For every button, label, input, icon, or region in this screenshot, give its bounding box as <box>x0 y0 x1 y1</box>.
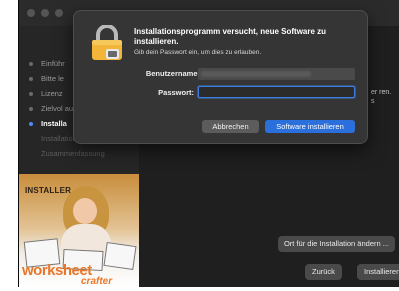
dialog-title: Installationsprogramm versucht, neue Sof… <box>134 27 327 46</box>
content-text: er ren. s <box>371 89 392 105</box>
step-bullet-icon <box>29 92 33 96</box>
password-label: Passwort: <box>158 88 194 97</box>
password-field[interactable] <box>198 86 355 98</box>
step-bullet-icon <box>29 62 33 66</box>
close-window-button[interactable] <box>27 9 35 17</box>
step-summary: Zusammenfassung <box>29 148 137 159</box>
zoom-window-button[interactable] <box>55 9 63 17</box>
minimize-window-button[interactable] <box>41 9 49 17</box>
username-field[interactable] <box>198 68 355 80</box>
authentication-dialog: Installationsprogramm versucht, neue Sof… <box>73 10 368 144</box>
worksheet-paper <box>103 242 137 270</box>
installer-footer: Zurück Installieren <box>139 257 399 287</box>
step-bullet-icon <box>29 152 33 156</box>
step-bullet-icon <box>29 137 33 141</box>
promo-image: INSTALLER worksheet crafter <box>19 174 139 287</box>
cancel-button[interactable]: Abbrechen <box>202 120 259 133</box>
window-controls <box>27 9 63 17</box>
step-bullet-icon <box>29 122 33 126</box>
installer-label: INSTALLER <box>25 186 72 195</box>
install-button[interactable]: Installieren <box>357 264 399 280</box>
install-software-button[interactable]: Software installieren <box>265 120 355 133</box>
back-button[interactable]: Zurück <box>305 264 342 280</box>
change-location-button[interactable]: Ort für die Installation ändern ... <box>277 236 395 252</box>
username-label: Benutzername: <box>145 69 200 78</box>
brand-logo-sub: crafter <box>81 276 113 287</box>
step-bullet-icon <box>29 77 33 81</box>
redacted-username <box>201 71 311 77</box>
lock-icon <box>92 25 122 60</box>
dialog-description: Gib dein Passwort ein, um dies zu erlaub… <box>134 49 262 56</box>
step-bullet-icon <box>29 107 33 111</box>
